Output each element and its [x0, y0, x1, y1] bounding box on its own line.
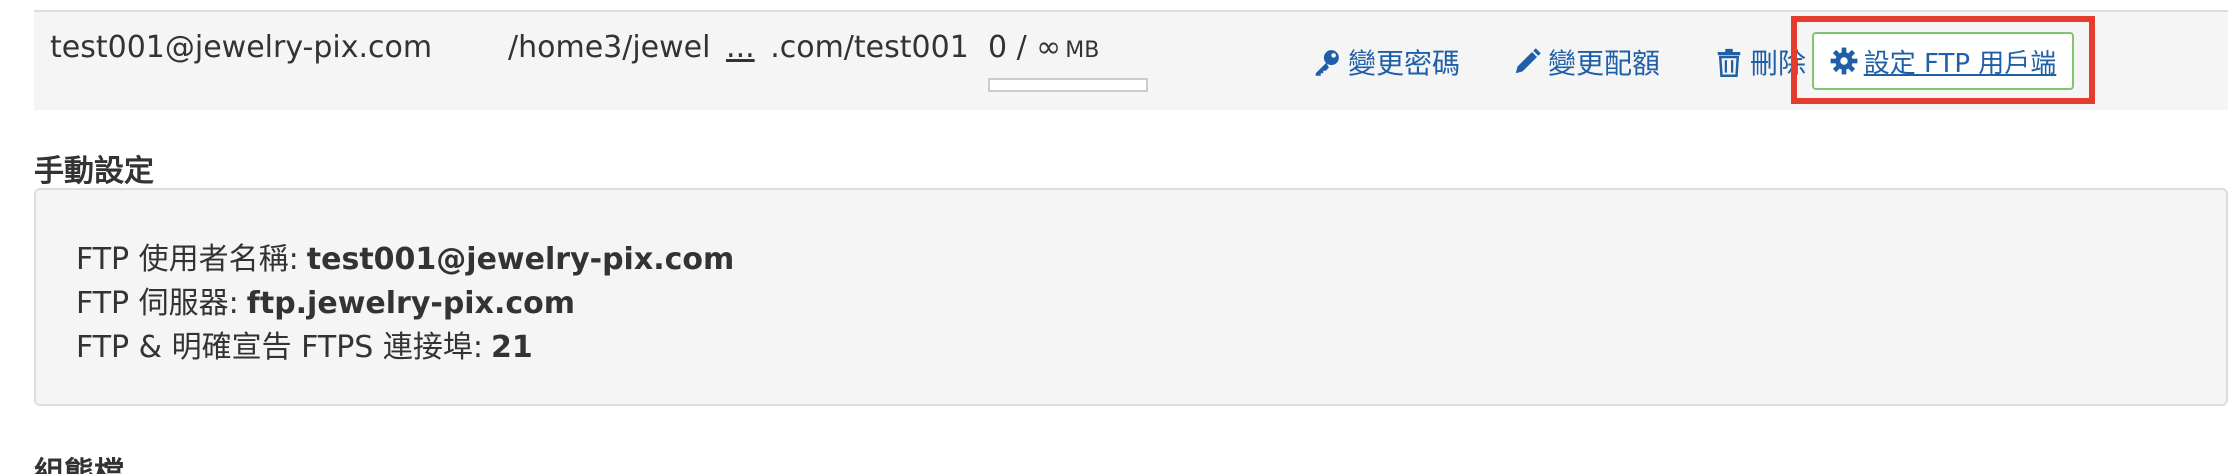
- config-file-heading: 組態檔: [34, 456, 124, 474]
- disk-usage: 0 / ∞ MB: [988, 30, 1099, 65]
- ftp-username-line: FTP 使用者名稱: test001@jewelry-pix.com: [76, 234, 734, 278]
- manual-settings-panel: FTP 使用者名稱: test001@jewelry-pix.com FTP 伺服…: [34, 188, 2228, 406]
- usage-unit: MB: [1065, 38, 1100, 63]
- ftp-server-line: FTP 伺服器: ftp.jewelry-pix.com: [76, 278, 575, 322]
- ftp-accounts-page: test001@jewelry-pix.com /home3/jewel ...…: [0, 0, 2228, 474]
- directory-expand-link[interactable]: ...: [726, 30, 755, 65]
- account-email: test001@jewelry-pix.com: [50, 30, 433, 65]
- ftp-port-value: 21: [490, 330, 533, 365]
- ftp-server-value: ftp.jewelry-pix.com: [246, 286, 575, 321]
- change-password-label: 變更密碼: [1348, 47, 1461, 80]
- usage-text: 0 / ∞: [988, 30, 1062, 65]
- pencil-icon: [1515, 48, 1541, 74]
- ftp-port-line: FTP & 明確宣告 FTPS 連接埠: 21: [76, 322, 533, 366]
- directory-end: .com/test001: [770, 30, 969, 65]
- trash-icon: [1717, 48, 1741, 77]
- configure-ftp-client-label: 設定 FTP 用戶端: [1863, 48, 2057, 79]
- ftp-port-label: FTP & 明確宣告 FTPS 連接埠:: [76, 330, 483, 365]
- ftp-username-value: test001@jewelry-pix.com: [306, 242, 735, 277]
- ftp-server-label: FTP 伺服器:: [76, 286, 239, 321]
- configure-ftp-client-button[interactable]: 設定 FTP 用戶端: [1812, 32, 2074, 90]
- gear-icon: [1830, 47, 1858, 75]
- usage-progress-bar: [988, 78, 1148, 92]
- key-icon: [1315, 50, 1339, 76]
- ftp-username-label: FTP 使用者名稱:: [76, 242, 299, 277]
- account-directory: /home3/jewel ... .com/test001: [508, 30, 969, 65]
- change-quota-label: 變更配額: [1548, 47, 1661, 80]
- change-password-link[interactable]: 變更密碼: [1312, 42, 1460, 82]
- manual-settings-heading: 手動設定: [34, 154, 154, 189]
- directory-start: /home3/jewel: [508, 30, 711, 65]
- change-quota-link[interactable]: 變更配額: [1512, 42, 1660, 82]
